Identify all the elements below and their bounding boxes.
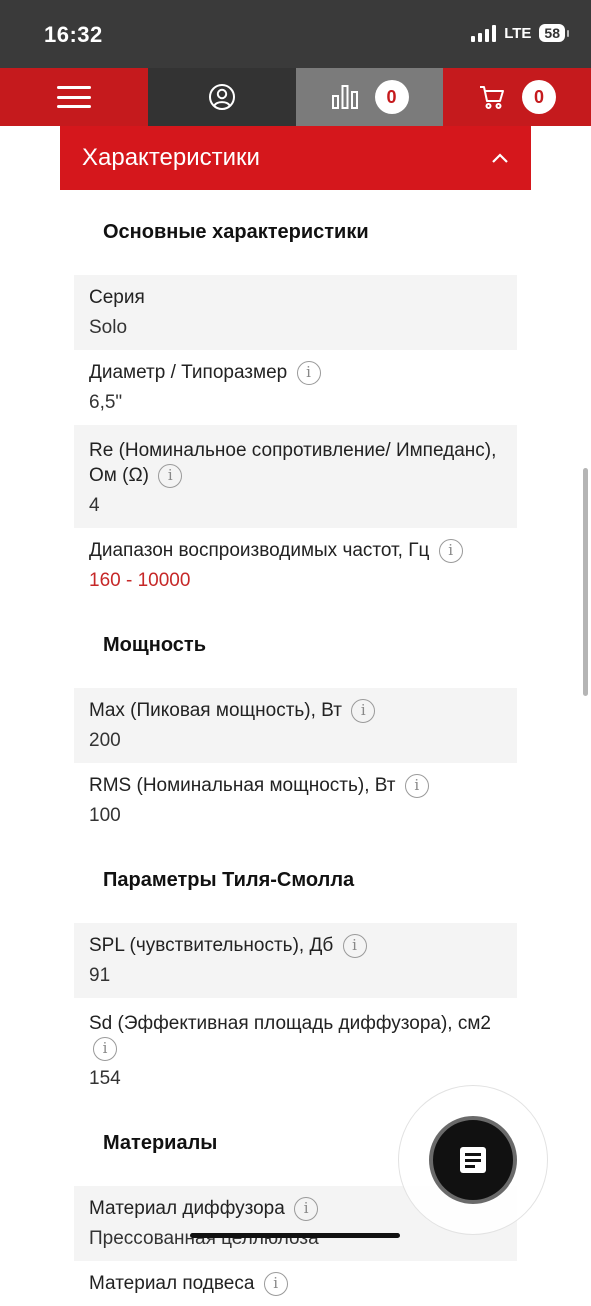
status-indicators: LTE 58 [471, 24, 569, 42]
spec-value: 160 - 10000 [89, 570, 191, 591]
info-icon[interactable]: i [296, 360, 321, 385]
spec-row-rms-power: RMS (Номинальная мощность), Вт i 100 [74, 763, 517, 838]
info-icon[interactable]: i [294, 1196, 319, 1221]
spec-label: RMS (Номинальная мощность), Вт i [89, 773, 503, 798]
status-time: 16:32 [44, 22, 103, 47]
floating-action-button[interactable] [429, 1116, 517, 1204]
spec-value: 154 [89, 1068, 121, 1089]
spec-row-impedance: Re (Номинальное сопротивление/ Импеданс)… [74, 425, 517, 528]
hamburger-icon [57, 86, 91, 108]
network-label: LTE [504, 24, 532, 42]
fab-container [398, 1085, 548, 1235]
status-bar: 16:32 LTE 58 [0, 0, 591, 68]
spec-row-spl: SPL (чувствительность), Дб i 91 [74, 923, 517, 998]
info-icon[interactable]: i [438, 538, 463, 563]
spec-row-max-power: Max (Пиковая мощность), Вт i 200 [74, 688, 517, 763]
signal-icon [471, 24, 497, 42]
document-icon [460, 1147, 486, 1173]
spec-row-series: Серия Solo [74, 275, 517, 350]
scrollbar[interactable] [583, 468, 588, 696]
cart-button[interactable]: 0 [443, 68, 591, 126]
info-icon[interactable]: i [93, 1036, 117, 1061]
spec-label: Max (Пиковая мощность), Вт i [89, 698, 503, 723]
spec-label: Серия [89, 287, 145, 308]
group-title-power: Мощность [103, 634, 206, 656]
spec-row-diameter: Диаметр / Типоразмер i 6,5" [74, 350, 517, 425]
top-nav: 0 0 [0, 68, 591, 126]
cart-count-badge: 0 [522, 80, 556, 114]
compare-button[interactable]: 0 [296, 68, 443, 126]
spec-label: Диаметр / Типоразмер i [89, 360, 503, 385]
spec-row-surround-material: Материал подвеса i [74, 1261, 517, 1306]
spec-value: Прессованная целлюлоза [89, 1228, 319, 1249]
spec-label: Диапазон воспроизводимых частот, Гц i [89, 538, 503, 563]
user-icon [209, 84, 235, 110]
group-title-thiele-small: Параметры Тиля-Смолла [103, 869, 355, 891]
chevron-up-icon[interactable] [491, 152, 509, 164]
spec-row-sd: Sd (Эффективная площадь диффузора), см2 … [74, 998, 517, 1101]
spec-label: Материал подвеса i [89, 1271, 503, 1296]
info-icon[interactable]: i [351, 698, 376, 723]
spec-value: 4 [89, 495, 100, 516]
bar-chart-icon [331, 85, 358, 109]
specifications-section-header[interactable]: Характеристики [60, 126, 531, 190]
spec-row-frequency-range: Диапазон воспроизводимых частот, Гц i 16… [74, 528, 517, 603]
info-icon[interactable]: i [263, 1271, 288, 1296]
group-title-main: Основные характеристики [103, 221, 369, 243]
account-button[interactable] [148, 68, 296, 126]
spec-value: 91 [89, 965, 111, 986]
spec-value: Solo [89, 317, 128, 338]
battery-icon: 58 [539, 24, 569, 42]
info-icon[interactable]: i [158, 463, 183, 488]
cart-icon [480, 86, 504, 109]
spec-value: 100 [89, 805, 121, 826]
info-icon[interactable]: i [342, 933, 367, 958]
home-indicator [190, 1233, 400, 1238]
spec-label: SPL (чувствительность), Дб i [89, 933, 503, 958]
spec-value: 200 [89, 730, 121, 751]
spec-label: Sd (Эффективная площадь диффузора), см2 … [89, 1008, 503, 1061]
spec-value: 6,5" [89, 392, 123, 413]
menu-button[interactable] [0, 68, 148, 126]
section-title: Характеристики [82, 144, 260, 171]
spec-label: Re (Номинальное сопротивление/ Импеданс)… [89, 440, 497, 488]
info-icon[interactable]: i [404, 773, 429, 798]
compare-count-badge: 0 [374, 80, 409, 114]
